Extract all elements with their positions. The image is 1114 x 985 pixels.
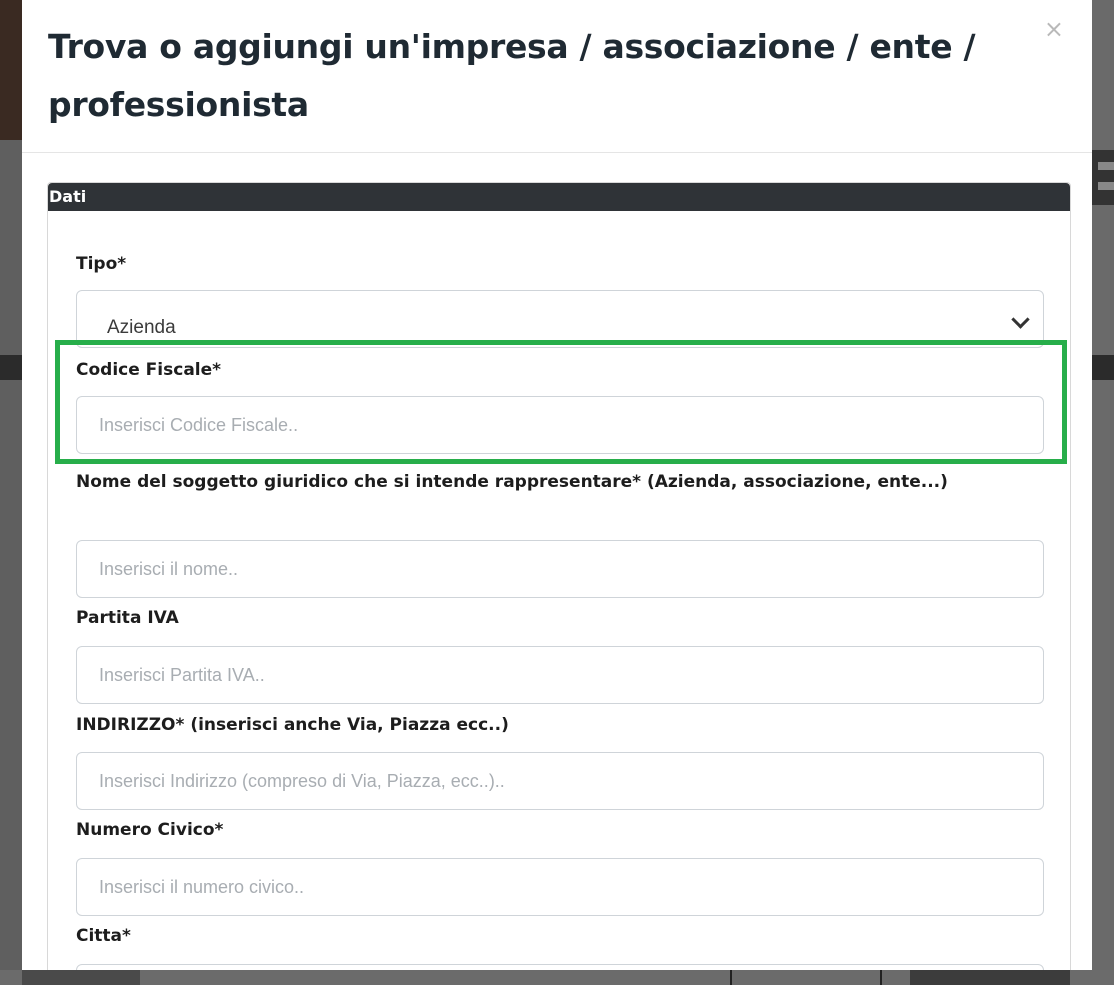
background-bottom-edge [0,970,1114,985]
numero-civico-input[interactable] [76,858,1044,916]
tipo-select[interactable]: Azienda [76,290,1044,348]
partita-iva-label: Partita IVA [76,608,179,628]
indirizzo-input[interactable] [76,752,1044,810]
codice-fiscale-input[interactable] [76,396,1044,454]
modal-header: Trova o aggiungi un'impresa / associazio… [22,0,1092,153]
citta-label: Citta* [76,926,131,946]
data-panel: Dati Tipo* Azienda Codice Fiscale* Nome … [47,182,1071,985]
nome-input[interactable] [76,540,1044,598]
modal-dialog: Trova o aggiungi un'impresa / associazio… [22,0,1092,985]
nome-label: Nome del soggetto giuridico che si inten… [76,472,948,492]
numero-civico-label: Numero Civico* [76,820,224,840]
modal-title: Trova o aggiungi un'impresa / associazio… [48,27,976,124]
codice-fiscale-label: Codice Fiscale* [76,360,222,380]
panel-heading: Dati [48,183,1070,211]
chevron-down-icon [1011,310,1030,329]
indirizzo-label: INDIRIZZO* (inserisci anche Via, Piazza … [76,715,509,735]
tipo-selected-value: Azienda [107,317,176,338]
background-left-edge [0,0,22,985]
close-icon[interactable]: × [1038,16,1070,42]
partita-iva-input[interactable] [76,646,1044,704]
tipo-label: Tipo* [76,254,127,274]
background-right-edge [1092,0,1114,985]
